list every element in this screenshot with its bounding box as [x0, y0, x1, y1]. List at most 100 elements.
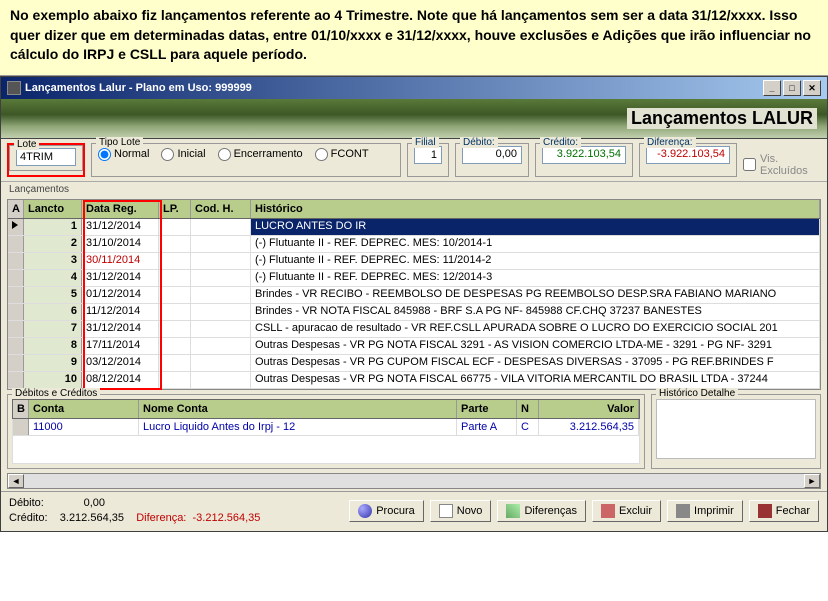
dc-col-nome[interactable]: Nome Conta: [139, 400, 457, 418]
row-marker: [8, 253, 24, 269]
imprimir-button[interactable]: Imprimir: [667, 500, 743, 522]
col-lp[interactable]: LP.: [159, 200, 191, 218]
table-row[interactable]: 731/12/2014CSLL - apuracao de resultado …: [8, 321, 820, 338]
cell-lancto: 2: [24, 236, 82, 252]
app-window: Lançamentos Lalur - Plano em Uso: 999999…: [0, 76, 828, 532]
historico-detalhe-label: Histórico Detalhe: [656, 388, 738, 399]
cell-lancto: 10: [24, 372, 82, 388]
footer: Débito: 0,00 Crédito: 3.212.564,35 Difer…: [1, 491, 827, 531]
cell-lp: [159, 304, 191, 320]
cell-data-reg: 31/12/2014: [82, 219, 159, 235]
cell-data-reg: 11/12/2014: [82, 304, 159, 320]
dc-row[interactable]: 11000 Lucro Liquido Antes do Irpj - 12 P…: [12, 419, 640, 436]
table-row[interactable]: 231/10/2014(-) Flutuante II - REF. DEPRE…: [8, 236, 820, 253]
radio-fcont[interactable]: FCONT: [315, 148, 369, 161]
cell-data-reg: 08/12/2014: [82, 372, 159, 388]
diferencas-button[interactable]: Diferenças: [497, 500, 586, 522]
historico-detalhe-box: Histórico Detalhe: [651, 394, 821, 469]
scroll-right-icon[interactable]: ►: [804, 474, 820, 488]
cell-lp: [159, 372, 191, 388]
table-row[interactable]: 903/12/2014Outras Despesas - VR PG CUPOM…: [8, 355, 820, 372]
dc-grid-header: B Conta Nome Conta Parte N Valor: [12, 399, 640, 419]
horizontal-scrollbar[interactable]: ◄ ►: [7, 473, 821, 489]
table-row[interactable]: 1008/12/2014 Outras Despesas - VR PG NOTA…: [8, 372, 820, 389]
fechar-button[interactable]: Fechar: [749, 500, 819, 522]
cell-lancto: 1: [24, 219, 82, 235]
credito-label: Crédito:: [540, 137, 581, 148]
cell-data-reg: 03/12/2014: [82, 355, 159, 371]
lancamentos-grid[interactable]: A Lancto Data Reg. LP. Cod. H. Histórico…: [7, 199, 821, 390]
dc-row-marker: [13, 419, 29, 435]
cell-historico: (-) Flutuante II - REF. DEPREC. MES: 12/…: [251, 270, 820, 286]
dc-col-parte[interactable]: Parte: [457, 400, 517, 418]
diff-icon: [506, 504, 520, 518]
vis-excluidos-checkbox[interactable]: [743, 158, 756, 171]
tipo-lote-fieldset: Tipo Lote Normal Inicial Encerramento FC…: [91, 143, 401, 177]
dc-conta: 11000: [29, 419, 139, 435]
radio-encerramento-input[interactable]: [218, 148, 231, 161]
filial-fieldset: Filial: [407, 143, 449, 177]
cell-lancto: 6: [24, 304, 82, 320]
table-row[interactable]: 817/11/2014Outras Despesas - VR PG NOTA …: [8, 338, 820, 355]
table-row[interactable]: 431/12/2014(-) Flutuante II - REF. DEPRE…: [8, 270, 820, 287]
col-a[interactable]: A: [8, 200, 24, 218]
row-marker: [8, 355, 24, 371]
cell-data-reg: 31/12/2014: [82, 321, 159, 337]
table-row[interactable]: 611/12/2014Brindes - VR NOTA FISCAL 8459…: [8, 304, 820, 321]
cell-data-reg: 30/11/2014: [82, 253, 159, 269]
table-row[interactable]: 131/12/2014 LUCRO ANTES DO IR: [8, 219, 820, 236]
dc-n: C: [517, 419, 539, 435]
new-icon: [439, 504, 453, 518]
cell-lp: [159, 338, 191, 354]
cell-historico: Brindes - VR RECIBO - REEMBOLSO DE DESPE…: [251, 287, 820, 303]
lote-input[interactable]: [16, 148, 76, 166]
cell-historico: Outras Despesas - VR PG NOTA FISCAL 3291…: [251, 338, 820, 354]
cell-lancto: 4: [24, 270, 82, 286]
cell-lp: [159, 236, 191, 252]
grid-header: A Lancto Data Reg. LP. Cod. H. Histórico: [8, 200, 820, 219]
col-data-reg[interactable]: Data Reg.: [82, 200, 159, 218]
excluir-button[interactable]: Excluir: [592, 500, 661, 522]
col-historico[interactable]: Histórico: [251, 200, 820, 218]
dc-col-n[interactable]: N: [517, 400, 539, 418]
close-window-button[interactable]: ✕: [803, 80, 821, 96]
table-row[interactable]: 501/12/2014Brindes - VR RECIBO - REEMBOL…: [8, 287, 820, 304]
annotation-text: No exemplo abaixo fiz lançamentos refere…: [10, 6, 818, 65]
dc-col-b[interactable]: B: [13, 400, 29, 418]
historico-detalhe-text[interactable]: [656, 399, 816, 459]
cell-cod-h: [191, 236, 251, 252]
row-marker: [8, 304, 24, 320]
minimize-button[interactable]: _: [763, 80, 781, 96]
radio-inicial-input[interactable]: [161, 148, 174, 161]
scroll-left-icon[interactable]: ◄: [8, 474, 24, 488]
footer-credito-value: 3.212.564,35: [60, 512, 124, 524]
cell-lp: [159, 287, 191, 303]
tipo-lote-label: Tipo Lote: [96, 137, 143, 148]
form-row: Lote Tipo Lote Normal Inicial Encerramen…: [1, 139, 827, 182]
cell-lp: [159, 355, 191, 371]
credito-fieldset: Crédito: 3.922.103,54: [535, 143, 633, 177]
procura-button[interactable]: Procura: [349, 500, 424, 522]
maximize-button[interactable]: □: [783, 80, 801, 96]
novo-button[interactable]: Novo: [430, 500, 492, 522]
cell-lancto: 5: [24, 287, 82, 303]
filial-input[interactable]: [414, 146, 442, 164]
radio-fcont-input[interactable]: [315, 148, 328, 161]
radio-inicial[interactable]: Inicial: [161, 148, 205, 161]
radio-normal[interactable]: Normal: [98, 148, 149, 161]
col-lancto[interactable]: Lancto: [24, 200, 82, 218]
grid-body: 131/12/2014LUCRO ANTES DO IR231/10/2014(…: [8, 219, 820, 389]
radio-normal-input[interactable]: [98, 148, 111, 161]
dc-col-valor[interactable]: Valor: [539, 400, 639, 418]
cell-historico: Outras Despesas - VR PG NOTA FISCAL 6677…: [251, 372, 820, 388]
col-cod-h[interactable]: Cod. H.: [191, 200, 251, 218]
table-row[interactable]: 330/11/2014(-) Flutuante II - REF. DEPRE…: [8, 253, 820, 270]
debitos-creditos-box: Débitos e Créditos B Conta Nome Conta Pa…: [7, 394, 645, 469]
dc-col-conta[interactable]: Conta: [29, 400, 139, 418]
cell-lancto: 7: [24, 321, 82, 337]
radio-encerramento[interactable]: Encerramento: [218, 148, 303, 161]
cell-historico: LUCRO ANTES DO IR: [251, 219, 820, 235]
vis-excluidos-wrap[interactable]: Vis. Excluídos: [743, 143, 821, 177]
page-title: Lançamentos LALUR: [627, 108, 817, 129]
diferenca-fieldset: Diferença: -3.922.103,54: [639, 143, 737, 177]
